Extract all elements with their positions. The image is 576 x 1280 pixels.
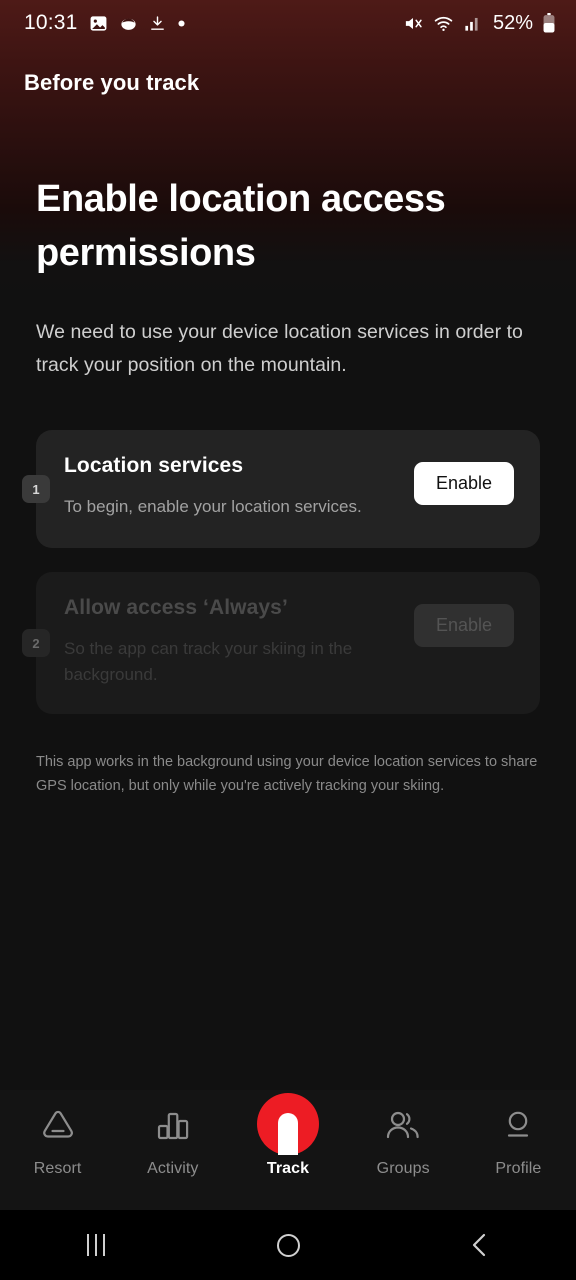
permission-steps-list: 1 Location services To begin, enable you…	[22, 430, 540, 714]
tab-groups[interactable]: Groups	[346, 1104, 461, 1210]
main-content: Enable location access permissions We ne…	[0, 150, 576, 798]
page-subtitle: We need to use your device location serv…	[36, 321, 523, 376]
tab-track[interactable]: Track	[230, 1093, 345, 1210]
people-icon	[381, 1104, 425, 1148]
tab-resort[interactable]: Resort	[0, 1104, 115, 1210]
signal-icon	[465, 17, 478, 31]
step-row: Allow access ‘Always’ So the app can tra…	[64, 596, 514, 688]
download-icon	[150, 15, 164, 30]
android-navigation-bar	[0, 1210, 576, 1280]
tab-activity[interactable]: Activity	[115, 1104, 230, 1210]
tab-label-groups: Groups	[376, 1160, 430, 1177]
status-bar: 10:31 52%	[0, 0, 576, 46]
home-circle	[276, 1233, 300, 1257]
back-icon[interactable]	[420, 1232, 540, 1258]
person-icon	[498, 1104, 538, 1148]
step-badge-2: 2	[22, 629, 50, 657]
tab-label-activity: Activity	[147, 1160, 199, 1177]
bar-chart-icon	[153, 1104, 193, 1148]
step-texts: Location services To begin, enable your …	[64, 454, 400, 520]
enable-location-services-button[interactable]: Enable	[413, 462, 514, 505]
image-icon	[90, 15, 106, 31]
tab-label-track: Track	[266, 1160, 310, 1177]
battery-percent-label: 52%	[492, 11, 533, 34]
step-texts: Allow access ‘Always’ So the app can tra…	[64, 596, 400, 688]
mute-icon	[405, 17, 422, 29]
page-heading: Enable location access permissions	[36, 178, 446, 274]
dot-icon	[178, 19, 185, 27]
background-usage-footnote: This app works in the background using y…	[36, 754, 538, 794]
tab-label-resort: Resort	[33, 1160, 82, 1177]
enable-always-access-button: Enable	[413, 604, 514, 647]
step-row: Location services To begin, enable your …	[64, 454, 514, 520]
recents-icon[interactable]	[36, 1234, 156, 1256]
tab-profile[interactable]: Profile	[461, 1104, 576, 1210]
app-icon	[120, 18, 136, 30]
track-record-pill	[278, 1113, 298, 1155]
step-card-location-services[interactable]: 1 Location services To begin, enable you…	[22, 430, 540, 548]
tab-label-profile: Profile	[495, 1160, 542, 1177]
step-title: Allow access ‘Always’	[64, 596, 288, 619]
track-record-circle	[257, 1093, 319, 1155]
recents-bars	[87, 1234, 105, 1256]
bottom-tab-bar: Resort Activity Track Groups Profile	[0, 1090, 576, 1210]
battery-icon	[543, 13, 555, 33]
status-bar-right: 52%	[402, 12, 556, 35]
track-record-icon	[257, 1093, 319, 1155]
top-bar: Before you track	[0, 60, 576, 106]
step-title: Location services	[64, 454, 244, 477]
mountain-icon	[37, 1104, 79, 1148]
status-bar-left: 10:31	[24, 11, 186, 35]
step-description: So the app can track your skiing in the …	[64, 639, 353, 684]
page-title: Before you track	[24, 70, 200, 95]
step-badge-1: 1	[22, 475, 50, 503]
phone-screen: 10:31 52% Before you track Enable locati…	[0, 0, 576, 1280]
step-description: To begin, enable your location services.	[64, 497, 362, 516]
home-icon[interactable]	[228, 1233, 348, 1257]
wifi-icon	[434, 16, 453, 31]
status-time: 10:31	[24, 11, 78, 34]
step-card-allow-always: 2 Allow access ‘Always’ So the app can t…	[22, 572, 540, 714]
